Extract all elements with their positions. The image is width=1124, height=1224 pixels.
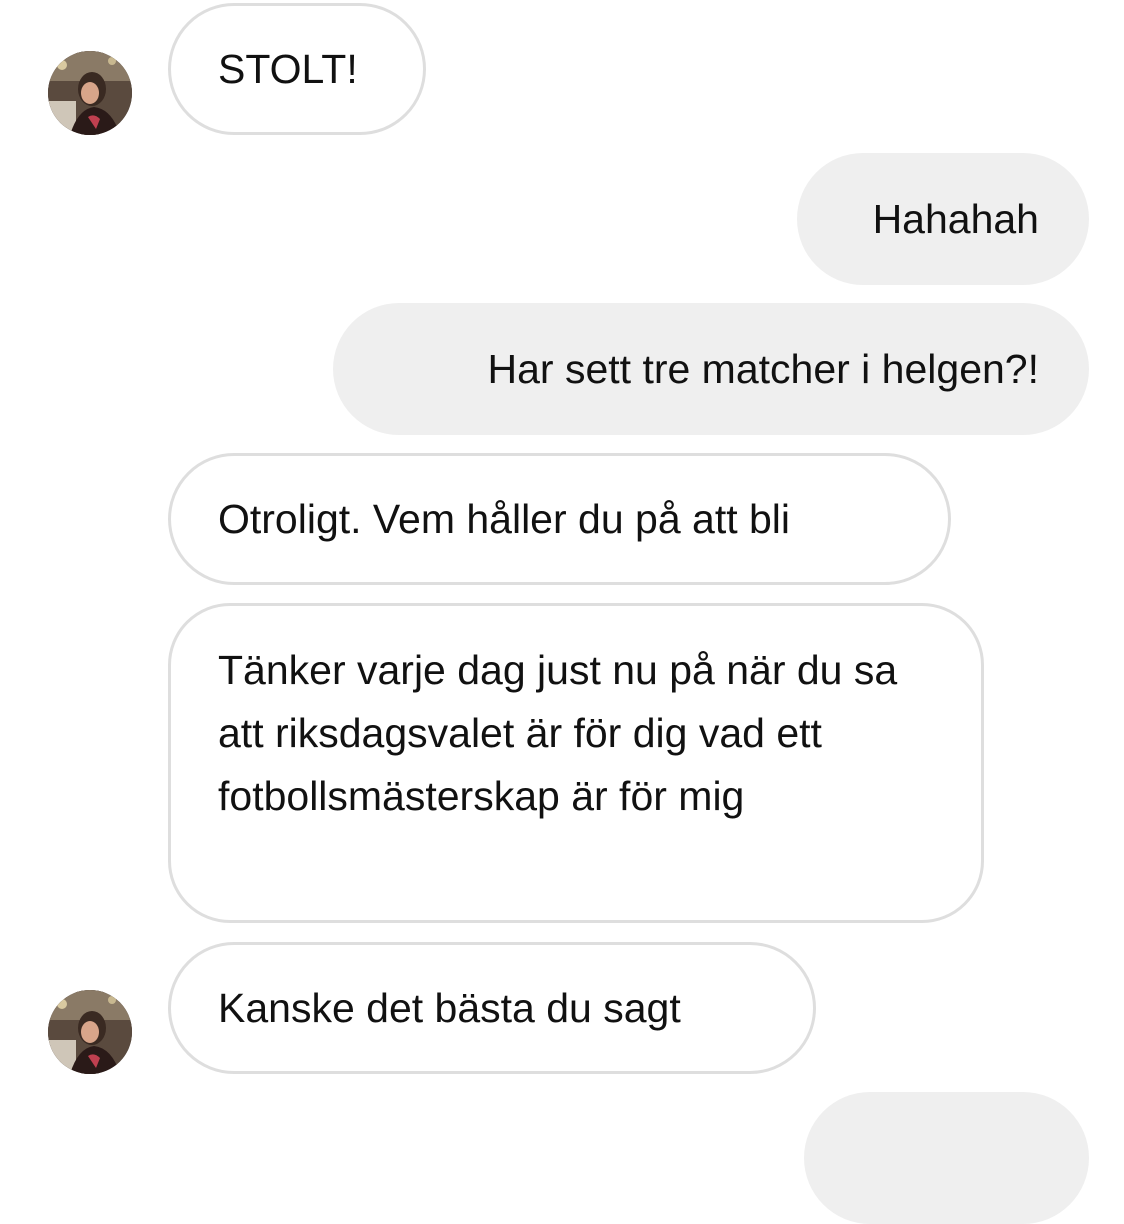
message-text: Hahahah <box>872 195 1039 242</box>
received-message-bubble[interactable]: Tänker varje dag just nu på när du sa at… <box>168 603 984 923</box>
message-text: Tänker varje dag just nu på när du sa at… <box>218 647 898 819</box>
message-text: Kanske det bästa du sagt <box>218 984 681 1031</box>
profile-photo-icon <box>48 51 132 135</box>
contact-avatar[interactable] <box>48 990 132 1074</box>
sent-message-bubble[interactable] <box>804 1092 1089 1224</box>
message-text: Har sett tre matcher i helgen?! <box>487 345 1039 392</box>
sent-message-bubble[interactable]: Har sett tre matcher i helgen?! <box>333 303 1089 435</box>
message-text: STOLT! <box>218 45 358 92</box>
profile-photo-icon <box>48 990 132 1074</box>
message-thread: STOLT! Hahahah Har sett tre matcher i he… <box>0 0 1124 1224</box>
sent-message-bubble[interactable]: Hahahah <box>797 153 1089 285</box>
message-text: Otroligt. Vem håller du på att bli <box>218 495 791 542</box>
received-message-bubble[interactable]: Kanske det bästa du sagt <box>168 942 816 1074</box>
contact-avatar[interactable] <box>48 51 132 135</box>
received-message-bubble[interactable]: STOLT! <box>168 3 426 135</box>
received-message-bubble[interactable]: Otroligt. Vem håller du på att bli <box>168 453 951 585</box>
